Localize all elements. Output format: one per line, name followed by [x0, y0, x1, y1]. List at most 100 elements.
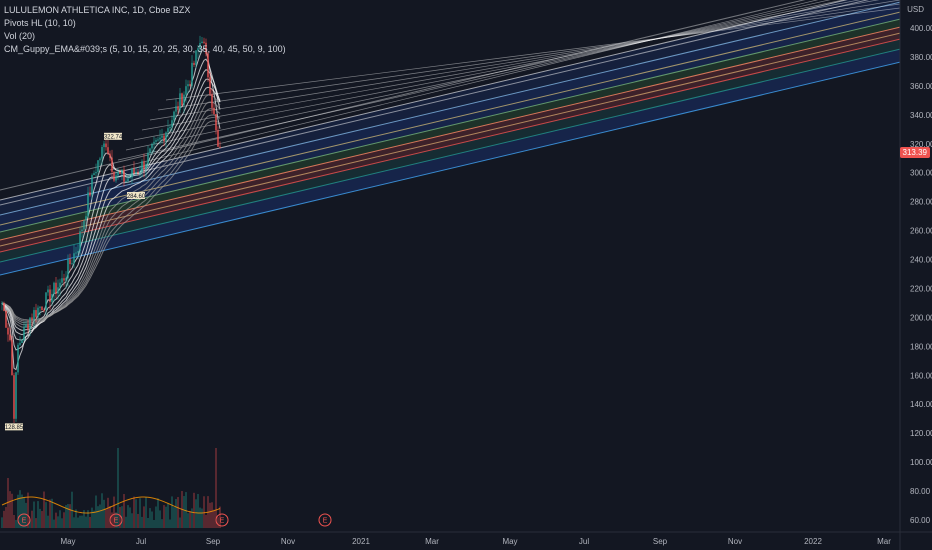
volume-indicator-label[interactable]: Vol (20) [4, 30, 286, 43]
price-tick-label: 180.00 [910, 342, 932, 351]
candle-body [119, 171, 121, 174]
volume-bar [183, 496, 185, 528]
volume-bar [13, 514, 15, 528]
volume-bar [5, 507, 7, 528]
volume-bar [189, 510, 191, 528]
time-tick-label: 2021 [352, 537, 370, 546]
candle-body [215, 114, 217, 131]
candle-body [79, 231, 81, 252]
pivot-label: 284.60 [127, 194, 146, 200]
volume-bar [149, 508, 151, 528]
candle-body [211, 94, 213, 108]
volume-bar [129, 507, 131, 528]
candle-body [27, 324, 29, 330]
candle-body [145, 164, 147, 170]
volume-bar [199, 507, 201, 528]
volume-bar [159, 510, 161, 528]
volume-bar [205, 514, 207, 528]
candle-body [19, 343, 21, 345]
volume-bar [15, 519, 17, 528]
price-chart[interactable]: 128.85 322.74 284.60 E E E E 60.00 80.00 100.00… [0, 0, 932, 550]
volume-bar [177, 497, 179, 528]
volume-bar [45, 502, 47, 528]
volume-bar [175, 498, 177, 528]
pivots-indicator-label[interactable]: Pivots HL (10, 10) [4, 17, 286, 30]
candle-body [165, 132, 167, 142]
volume-bar [77, 517, 79, 528]
volume-bar [179, 517, 181, 528]
candle-body [193, 62, 195, 65]
candle-body [73, 253, 75, 264]
volume-bar [49, 499, 51, 528]
candle-body [39, 306, 41, 308]
earnings-label: E [22, 518, 27, 525]
candle-body [41, 306, 43, 311]
volume-bar [47, 515, 49, 528]
volume-bar [123, 494, 125, 528]
candle-body [207, 53, 209, 78]
volume-bar [37, 501, 39, 528]
volume-bar [51, 498, 53, 528]
pivot-label: 128.85 [5, 425, 24, 431]
volume-bar [3, 510, 5, 528]
guppy-indicator-label[interactable]: CM_Guppy_EMA&#039;s (5, 10, 15, 20, 25, … [4, 43, 286, 56]
price-tick-label: 400.00 [910, 24, 932, 33]
volume-bar [209, 502, 211, 528]
candle-body [95, 171, 97, 174]
candle-body [55, 282, 57, 294]
volume-bar [143, 506, 145, 528]
volume-bar [63, 512, 65, 528]
candle-body [111, 157, 113, 172]
volume-bar [187, 513, 189, 528]
candle-body [159, 137, 161, 140]
volume-bar [11, 493, 13, 528]
volume-bar [9, 491, 11, 528]
price-axis[interactable]: 60.00 80.00 100.00 120.00 140.00 160.00 180.00… [899, 0, 932, 550]
volume-bar [163, 505, 165, 528]
volume-bar [151, 511, 153, 528]
symbol-title[interactable]: LULULEMON ATHLETICA INC, 1D, Cboe BZX [4, 4, 286, 17]
volume-bar [153, 519, 155, 528]
earnings-label: E [114, 518, 119, 525]
volume-bar [43, 491, 45, 528]
price-tick-label: 260.00 [910, 227, 932, 236]
volume-bar [165, 506, 167, 528]
volume-bar [213, 509, 215, 528]
earnings-label: E [323, 518, 328, 525]
volume-bar [27, 492, 29, 528]
volume-bar [131, 513, 133, 528]
candle-body [157, 139, 159, 141]
time-tick-label: Nov [728, 537, 742, 546]
volume-bar [161, 519, 163, 528]
candle-body [143, 161, 145, 170]
time-axis[interactable]: May Jul Sep Nov 2021 Mar May Jul Sep Nov 2022 Mar [0, 531, 932, 546]
volume-bar [139, 498, 141, 528]
price-tick-label: 220.00 [910, 284, 932, 293]
volume-bar [81, 515, 83, 528]
time-tick-label: Sep [206, 537, 221, 546]
volume-bar [193, 492, 195, 528]
price-tick-label: 240.00 [910, 256, 932, 265]
candle-body [63, 278, 65, 281]
candle-body [91, 175, 93, 196]
candle-body [137, 171, 139, 174]
time-tick-label: Nov [281, 537, 295, 546]
candle-body [83, 220, 85, 230]
candle-body [129, 177, 131, 179]
time-tick-label: 2022 [804, 537, 822, 546]
volume-bar [89, 516, 91, 528]
chart-legend: LULULEMON ATHLETICA INC, 1D, Cboe BZX Pi… [4, 4, 286, 56]
candle-body [105, 143, 107, 148]
volume-bar [127, 505, 129, 528]
volume-bar [103, 499, 105, 528]
candle-body [21, 340, 23, 344]
candle-body [141, 161, 143, 172]
candle-body [171, 120, 173, 128]
candle-body [31, 317, 33, 320]
candle-body [131, 168, 133, 178]
candle-body [219, 146, 221, 148]
candle-body [113, 171, 115, 181]
volume-bar [217, 517, 219, 528]
volume-bar [79, 515, 81, 528]
volume-bar [107, 497, 109, 528]
